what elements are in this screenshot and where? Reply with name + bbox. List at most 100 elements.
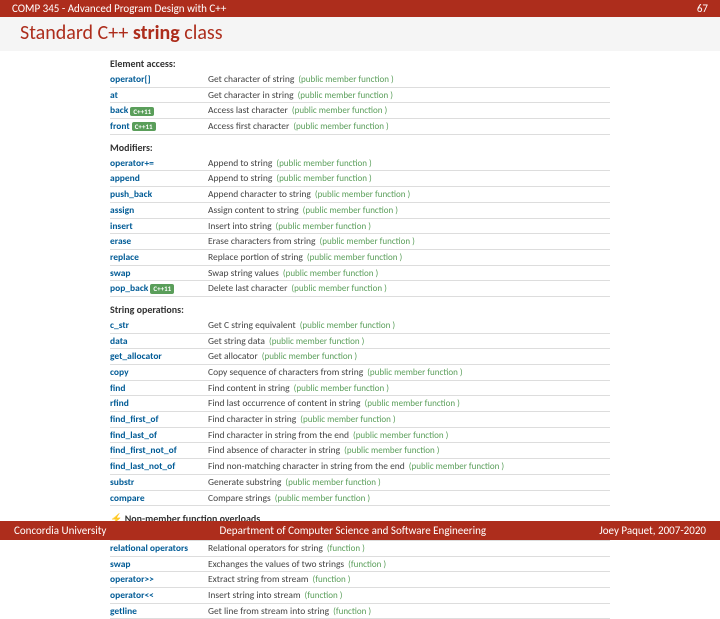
function-desc: Relational operators for string(function… — [208, 542, 365, 555]
function-row: c_strGet C string equivalent(public memb… — [110, 318, 610, 334]
function-row: rfindFind last occurrence of content in … — [110, 396, 610, 412]
function-tag: (public member function ) — [293, 121, 388, 132]
function-row: dataGet string data(public member functi… — [110, 334, 610, 350]
function-row: findFind content in string(public member… — [110, 381, 610, 397]
cxx11-badge: C++11 — [132, 122, 156, 131]
function-desc: Find character in string from the end(pu… — [208, 429, 448, 442]
function-desc: Exchanges the values of two strings(func… — [208, 558, 386, 571]
function-row: insertInsert into string(public member f… — [110, 219, 610, 235]
function-name: compare — [110, 492, 208, 505]
function-desc: Get character in string(public member fu… — [208, 89, 393, 102]
function-name: frontC++11 — [110, 120, 208, 133]
function-tag: (function ) — [313, 574, 351, 585]
function-row: replaceReplace portion of string(public … — [110, 250, 610, 266]
footer-left: Concordia University — [14, 524, 106, 537]
slide-footer: Concordia University Department of Compu… — [0, 521, 720, 540]
function-row: operator<<Insert string into stream(func… — [110, 588, 610, 604]
function-desc: Find character in string(public member f… — [208, 413, 396, 426]
function-name: append — [110, 172, 208, 185]
function-tag: (function ) — [305, 590, 343, 601]
function-tag: (public member function ) — [315, 189, 410, 200]
function-row: compareCompare strings(public member fun… — [110, 491, 610, 507]
function-desc: Generate substring(public member functio… — [208, 476, 381, 489]
function-name: getline — [110, 605, 208, 618]
function-row: assignAssign content to string(public me… — [110, 203, 610, 219]
function-desc: Assign content to string(public member f… — [208, 204, 398, 217]
footer-center: Department of Computer Science and Softw… — [220, 524, 487, 537]
function-tag: (public member function ) — [285, 477, 380, 488]
function-desc: Find non-matching character in string fr… — [208, 460, 504, 473]
function-desc: Access last character(public member func… — [208, 104, 387, 117]
function-row: substrGenerate substring(public member f… — [110, 475, 610, 491]
function-name: operator<< — [110, 589, 208, 602]
function-row: swapSwap string values(public member fun… — [110, 266, 610, 282]
function-name: pop_backC++11 — [110, 282, 208, 295]
function-tag: (public member function ) — [344, 445, 439, 456]
function-row: backC++11Access last character(public me… — [110, 103, 610, 119]
function-row: find_last_ofFind character in string fro… — [110, 428, 610, 444]
function-desc: Get C string equivalent(public member fu… — [208, 319, 395, 332]
function-desc: Get allocator(public member function ) — [208, 350, 357, 363]
function-tag: (public member function ) — [276, 173, 371, 184]
function-name: swap — [110, 558, 208, 571]
section-heading: Element access: — [110, 57, 610, 70]
function-tag: (public member function ) — [292, 105, 387, 116]
function-desc: Get character of string(public member fu… — [208, 73, 394, 86]
function-tag: (public member function ) — [269, 336, 364, 347]
function-name: copy — [110, 366, 208, 379]
function-name: operator[] — [110, 73, 208, 86]
function-desc: Find content in string(public member fun… — [208, 382, 389, 395]
function-row: getlineGet line from stream into string(… — [110, 604, 610, 619]
section-heading: String operations: — [110, 303, 610, 316]
function-desc: Append character to string(public member… — [208, 188, 410, 201]
function-desc: Copy sequence of characters from string(… — [208, 366, 463, 379]
function-tag: (public member function ) — [409, 461, 504, 472]
function-tag: (public member function ) — [262, 351, 357, 362]
cxx11-badge: C++11 — [150, 284, 174, 293]
function-name: operator>> — [110, 573, 208, 586]
function-tag: (public member function ) — [294, 383, 389, 394]
function-desc: Compare strings(public member function ) — [208, 492, 370, 505]
function-desc: Get string data(public member function ) — [208, 335, 364, 348]
function-name: relational operators — [110, 542, 208, 555]
function-tag: (public member function ) — [276, 158, 371, 169]
section-heading: Modifiers: — [110, 141, 610, 154]
function-desc: Find absence of character in string(publ… — [208, 444, 440, 457]
function-desc: Get line from stream into string(functio… — [208, 605, 371, 618]
function-name: find_last_of — [110, 429, 208, 442]
slide-title: Standard C++ string class — [0, 17, 720, 51]
function-tag: (public member function ) — [353, 430, 448, 441]
function-tag: (public member function ) — [298, 90, 393, 101]
function-row: find_first_ofFind character in string(pu… — [110, 412, 610, 428]
function-name: assign — [110, 204, 208, 217]
function-row: operator>>Extract string from stream(fun… — [110, 572, 610, 588]
function-row: swapExchanges the values of two strings(… — [110, 557, 610, 573]
function-desc: Append to string(public member function … — [208, 157, 372, 170]
function-tag: (function ) — [327, 543, 365, 554]
function-row: appendAppend to string(public member fun… — [110, 171, 610, 187]
function-desc: Insert into string(public member functio… — [208, 220, 371, 233]
function-tag: (public member function ) — [291, 283, 386, 294]
function-name: data — [110, 335, 208, 348]
function-tag: (public member function ) — [320, 236, 415, 247]
function-name: rfind — [110, 397, 208, 410]
function-name: find_first_of — [110, 413, 208, 426]
function-tag: (public member function ) — [365, 398, 460, 409]
function-row: frontC++11Access first character(public … — [110, 119, 610, 135]
function-name: get_allocator — [110, 350, 208, 363]
function-row: atGet character in string(public member … — [110, 88, 610, 104]
function-row: eraseErase characters from string(public… — [110, 234, 610, 250]
function-name: backC++11 — [110, 104, 208, 117]
course-code: COMP 345 - Advanced Program Design with … — [12, 2, 226, 15]
function-desc: Insert string into stream(function ) — [208, 589, 343, 602]
function-name: push_back — [110, 188, 208, 201]
function-name: operator+= — [110, 157, 208, 170]
function-name: insert — [110, 220, 208, 233]
function-tag: (public member function ) — [367, 367, 462, 378]
function-name: replace — [110, 251, 208, 264]
function-tag: (public member function ) — [300, 414, 395, 425]
function-desc: Replace portion of string(public member … — [208, 251, 402, 264]
function-desc: Erase characters from string(public memb… — [208, 235, 415, 248]
function-name: at — [110, 89, 208, 102]
function-tag: (function ) — [333, 606, 371, 617]
